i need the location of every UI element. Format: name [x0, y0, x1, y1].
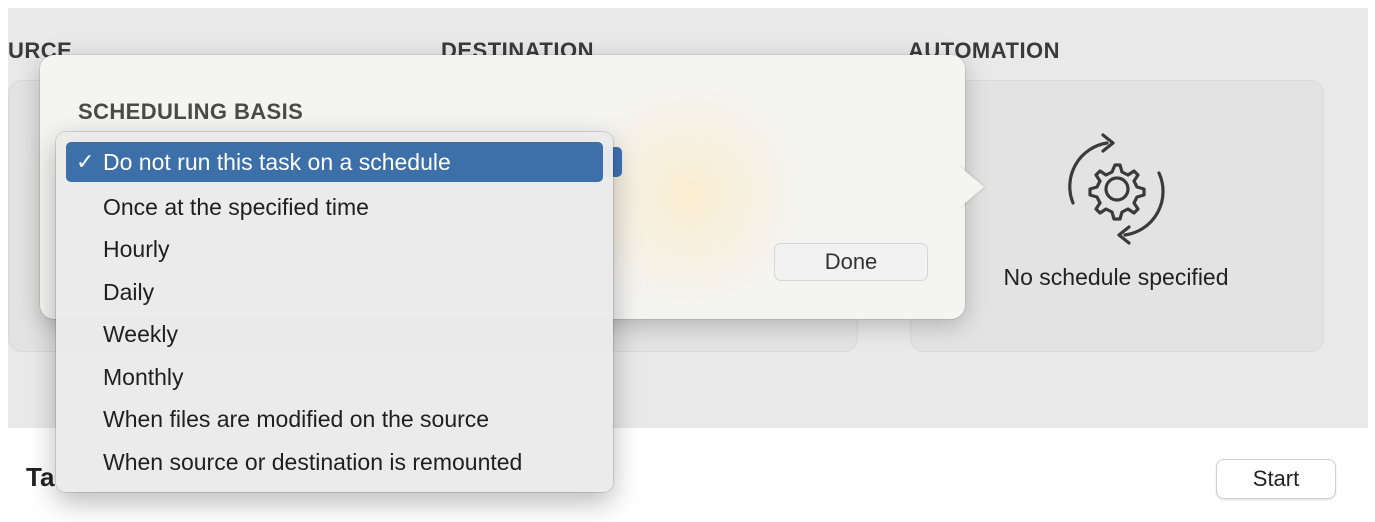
menu-item-no-schedule[interactable]: ✓ Do not run this task on a schedule	[66, 142, 603, 182]
menu-item-on-remount[interactable]: When source or destination is remounted	[66, 442, 603, 482]
menu-item-hourly[interactable]: Hourly	[66, 229, 603, 269]
menu-item-label: Hourly	[103, 235, 170, 262]
menu-item-label: Once at the specified time	[103, 193, 369, 220]
task-title: Ta	[26, 462, 55, 492]
menu-item-label: Monthly	[103, 363, 184, 390]
menu-item-once[interactable]: Once at the specified time	[66, 187, 603, 227]
menu-item-label: When source or destination is remounted	[103, 448, 523, 475]
checkmark-icon: ✓	[76, 149, 95, 174]
schedule-status: No schedule specified	[1003, 264, 1229, 290]
done-button[interactable]: Done	[774, 243, 928, 281]
menu-item-on-modified[interactable]: When files are modified on the source	[66, 399, 603, 439]
scheduling-basis-label: SCHEDULING BASIS	[78, 99, 304, 124]
menu-item-label: Weekly	[103, 320, 178, 347]
popover-arrow	[958, 165, 984, 209]
menu-item-monthly[interactable]: Monthly	[66, 357, 603, 397]
menu-item-label: When files are modified on the source	[103, 405, 490, 432]
menu-item-label: Daily	[103, 278, 155, 305]
scheduling-basis-menu: ✓ Do not run this task on a schedule Onc…	[56, 132, 613, 492]
menu-item-weekly[interactable]: Weekly	[66, 314, 603, 354]
menu-item-daily[interactable]: Daily	[66, 272, 603, 312]
gear-sync-icon	[1068, 133, 1165, 245]
start-button[interactable]: Start	[1216, 459, 1336, 499]
menu-item-label: Do not run this task on a schedule	[103, 148, 451, 175]
